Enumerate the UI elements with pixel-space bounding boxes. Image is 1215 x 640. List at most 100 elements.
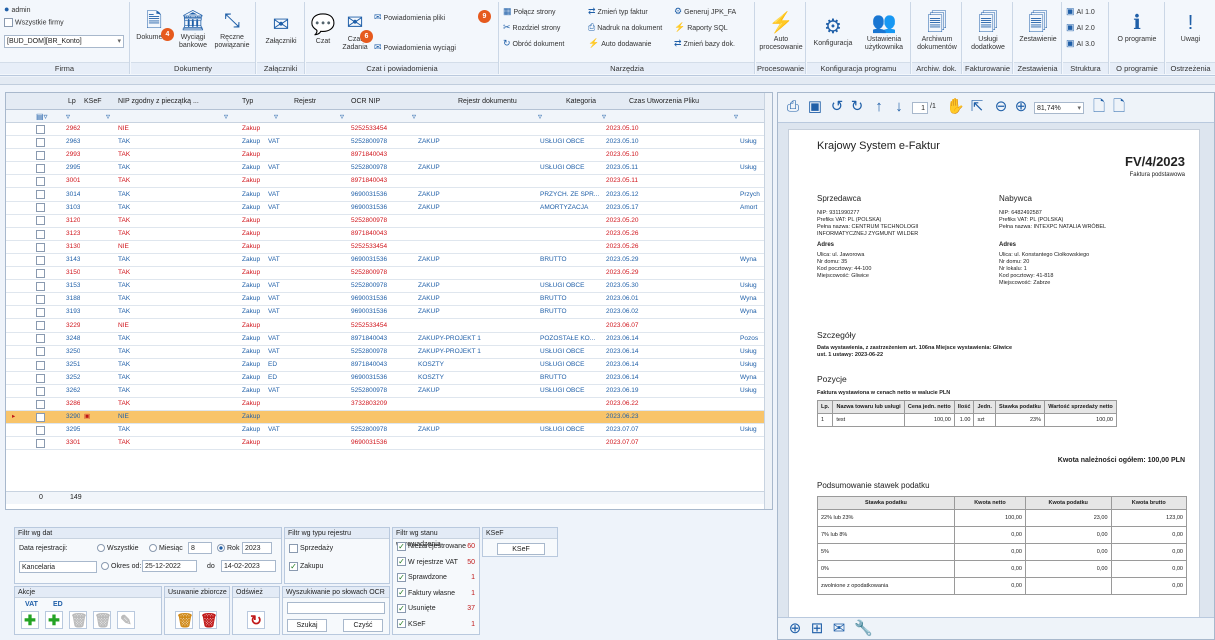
grid-view-icon[interactable]: ⊞ bbox=[808, 620, 826, 638]
row-checkbox[interactable] bbox=[36, 334, 47, 346]
filter-icon[interactable]: ▿ bbox=[66, 110, 70, 123]
table-row[interactable]: 3286 TAK Zakup 3732803209 2023.06.22 bbox=[6, 398, 766, 412]
col-czas[interactable]: Czas Utworzenia Pliku bbox=[629, 93, 699, 110]
table-row[interactable]: 3014 TAK Zakup VAT 9690031536 ZAKUP PRZYCH. ZE… bbox=[6, 189, 766, 202]
row-checkbox[interactable] bbox=[36, 203, 47, 215]
zoom-select[interactable]: 81,74% ▾ bbox=[1034, 102, 1084, 114]
zakupu-checkbox[interactable]: Zakupu bbox=[289, 561, 323, 572]
filter-icon[interactable]: ▿ bbox=[538, 110, 542, 123]
table-row[interactable]: 3153 TAK Zakup VAT 5252800978 ZAKUP USŁUGI OBC… bbox=[6, 280, 766, 294]
uslugi-dodatkowe-button[interactable]: 🗐 Usługi dodatkowe bbox=[965, 12, 1011, 52]
row-checkbox[interactable] bbox=[36, 255, 47, 267]
uwagi-button[interactable]: ! Uwagi bbox=[1168, 12, 1213, 44]
arrow-up-icon[interactable]: ↑ bbox=[870, 98, 888, 116]
add-ed-button[interactable]: ✚ bbox=[45, 611, 63, 629]
okres-do-field[interactable]: 14-02-2023 bbox=[221, 560, 276, 572]
table-row[interactable]: 3248 TAK Zakup VAT 8971840043 ZAKUPY-PROJEKT … bbox=[6, 333, 766, 346]
col-rejestr[interactable]: Rejestr bbox=[294, 93, 316, 110]
radio-wszystkie[interactable]: Wszystkie bbox=[97, 543, 139, 554]
bulk-delete-icon[interactable]: 🗑 bbox=[175, 611, 194, 629]
row-checkbox[interactable] bbox=[36, 229, 47, 241]
col-ocr-nip[interactable]: OCR NIP bbox=[351, 93, 380, 110]
stan-checkbox[interactable]: Faktury własne 1 bbox=[397, 588, 477, 599]
table-row[interactable]: 2962 NIE Zakup 5252533454 2023.05.10 bbox=[6, 123, 766, 137]
filter-icon[interactable]: ▿ bbox=[274, 110, 278, 123]
table-row[interactable]: 3193 TAK Zakup VAT 9690031536 ZAKUP BRUTTO 2023… bbox=[6, 306, 766, 320]
row-checkbox[interactable] bbox=[36, 399, 47, 411]
row-checkbox[interactable] bbox=[36, 373, 47, 385]
row-checkbox[interactable] bbox=[36, 438, 47, 450]
refresh-icon[interactable]: ↻ bbox=[247, 611, 265, 629]
row-checkbox[interactable] bbox=[36, 137, 47, 149]
col-lp[interactable]: Lp bbox=[68, 93, 76, 110]
zoom-in-icon[interactable]: ⊕ bbox=[786, 620, 804, 638]
row-checkbox[interactable] bbox=[36, 412, 47, 424]
page-input[interactable]: 1 bbox=[912, 102, 928, 114]
table-row[interactable]: 3130 NIE Zakup 5252533454 2023.05.26 bbox=[6, 241, 766, 254]
fit-width-icon[interactable]: 🗋 bbox=[1110, 98, 1128, 116]
zmien-typ-button[interactable]: ⇄ Zmień typ faktur bbox=[588, 6, 648, 18]
powiadomienia-pliki-button[interactable]: ✉ Powiadomienia pliki bbox=[374, 12, 445, 24]
row-checkbox[interactable] bbox=[36, 190, 47, 202]
row-checkbox[interactable] bbox=[36, 386, 47, 398]
table-row[interactable]: ▸ ▣ 3290 NIE Zakup 2023.06.23 bbox=[6, 411, 766, 425]
raporty-sql-button[interactable]: ⚡ Raporty SQL bbox=[674, 22, 728, 34]
table-row[interactable]: 2993 TAK Zakup 8971840043 2023.05.10 bbox=[6, 149, 766, 163]
ai3-button[interactable]: ▣ AI 3.0 bbox=[1066, 38, 1095, 50]
stan-checkbox[interactable]: Sprawdzone 1 bbox=[397, 572, 477, 583]
row-checkbox[interactable] bbox=[36, 150, 47, 162]
zestawienie-button[interactable]: 🗐 Zestawienie bbox=[1016, 12, 1060, 44]
row-checkbox[interactable] bbox=[36, 163, 47, 175]
table-row[interactable]: 3250 TAK Zakup VAT 5252800978 ZAKUPY-PROJEKT … bbox=[6, 346, 766, 359]
miesiac-select[interactable]: 8 bbox=[188, 542, 212, 554]
czat-button[interactable]: 💬 Czat bbox=[308, 14, 338, 46]
table-row[interactable]: 3103 TAK Zakup VAT 9690031536 ZAKUP AMORTYZACJ… bbox=[6, 202, 766, 215]
col-kategoria[interactable]: Kategoria bbox=[566, 93, 596, 110]
row-checkbox[interactable] bbox=[36, 216, 47, 228]
ksef-button[interactable]: KSeF bbox=[497, 543, 545, 555]
generuj-jpk-button[interactable]: ⚙ Generuj JPK_FA bbox=[674, 6, 736, 18]
archiwum-button[interactable]: 🗐 Archiwum dokumentów bbox=[914, 12, 960, 52]
table-row[interactable]: 3295 TAK Zakup VAT 5252800978 ZAKUP USŁUGI OBC… bbox=[6, 424, 766, 438]
radio-okres[interactable]: Okres od: bbox=[101, 561, 141, 572]
table-row[interactable]: 3001 TAK Zakup 8971840043 2023.05.11 bbox=[6, 175, 766, 189]
table-row[interactable]: 3251 TAK Zakup ED 8971840043 KOSZTY USŁUGI OBC… bbox=[6, 359, 766, 372]
auto-procesowanie-button[interactable]: ⚡ Auto procesowanie bbox=[758, 12, 804, 52]
user-label[interactable]: ● admin bbox=[4, 4, 31, 16]
table-row[interactable]: 3150 TAK Zakup 5252800978 2023.05.29 bbox=[6, 267, 766, 281]
edit-icon[interactable]: ✎ bbox=[117, 611, 135, 629]
table-row[interactable]: 3120 TAK Zakup 5252800978 2023.05.20 bbox=[6, 215, 766, 228]
filter-icon[interactable]: ▿ bbox=[340, 110, 344, 123]
all-companies-checkbox[interactable]: Wszystkie firmy bbox=[4, 18, 64, 28]
o-programie-button[interactable]: ℹO programie bbox=[1112, 12, 1162, 44]
print-icon[interactable]: ⎙ bbox=[784, 98, 802, 116]
grid-vertical-scrollbar[interactable] bbox=[764, 93, 772, 509]
row-checkbox[interactable] bbox=[36, 294, 47, 306]
radio-rok[interactable]: Rok bbox=[217, 543, 239, 554]
add-vat-button[interactable]: ✚ bbox=[21, 611, 39, 629]
col-ksef[interactable]: KSeF bbox=[84, 93, 102, 110]
row-checkbox[interactable] bbox=[36, 347, 47, 359]
filter-icon[interactable]: ▤▿ bbox=[36, 110, 48, 123]
row-checkbox[interactable] bbox=[36, 307, 47, 319]
zoom-in-icon[interactable]: ⊕ bbox=[1012, 98, 1030, 116]
rozdziel-strony-button[interactable]: ✂ Rozdziel strony bbox=[503, 22, 560, 34]
col-rejestr-dok[interactable]: Rejestr dokumentu bbox=[458, 93, 517, 110]
stan-checkbox[interactable]: KSeF 1 bbox=[397, 619, 477, 630]
table-row[interactable]: 3123 TAK Zakup 8971840043 2023.05.26 bbox=[6, 228, 766, 241]
company-select[interactable]: [BUD_DOM][BR_Konto] ▾ bbox=[4, 35, 124, 48]
okres-od-field[interactable]: 25-12-2022 bbox=[142, 560, 197, 572]
filter-icon[interactable]: ▿ bbox=[412, 110, 416, 123]
zmien-bazy-button[interactable]: ⇄ Zmień bazy dok. bbox=[674, 38, 735, 50]
konfiguracja-button[interactable]: ⚙ Konfiguracja bbox=[809, 16, 857, 48]
fit-page-icon[interactable]: 🗋 bbox=[1090, 98, 1108, 116]
kancelaria-select[interactable]: Kancelaria bbox=[19, 561, 97, 573]
table-row[interactable]: 3188 TAK Zakup VAT 9690031536 ZAKUP BRUTTO 2023… bbox=[6, 293, 766, 307]
rotate-left-icon[interactable]: ↺ bbox=[828, 98, 846, 116]
trash-icon[interactable]: 🗑 bbox=[69, 611, 88, 629]
col-typ[interactable]: Typ bbox=[242, 93, 253, 110]
obroc-dokument-button[interactable]: ↻ Obróć dokument bbox=[503, 38, 564, 50]
col-nip[interactable]: NIP zgodny z pieczątką ... bbox=[118, 93, 218, 110]
szukaj-button[interactable]: Szukaj bbox=[287, 619, 327, 632]
ai1-button[interactable]: ▣ AI 1.0 bbox=[1066, 6, 1095, 18]
